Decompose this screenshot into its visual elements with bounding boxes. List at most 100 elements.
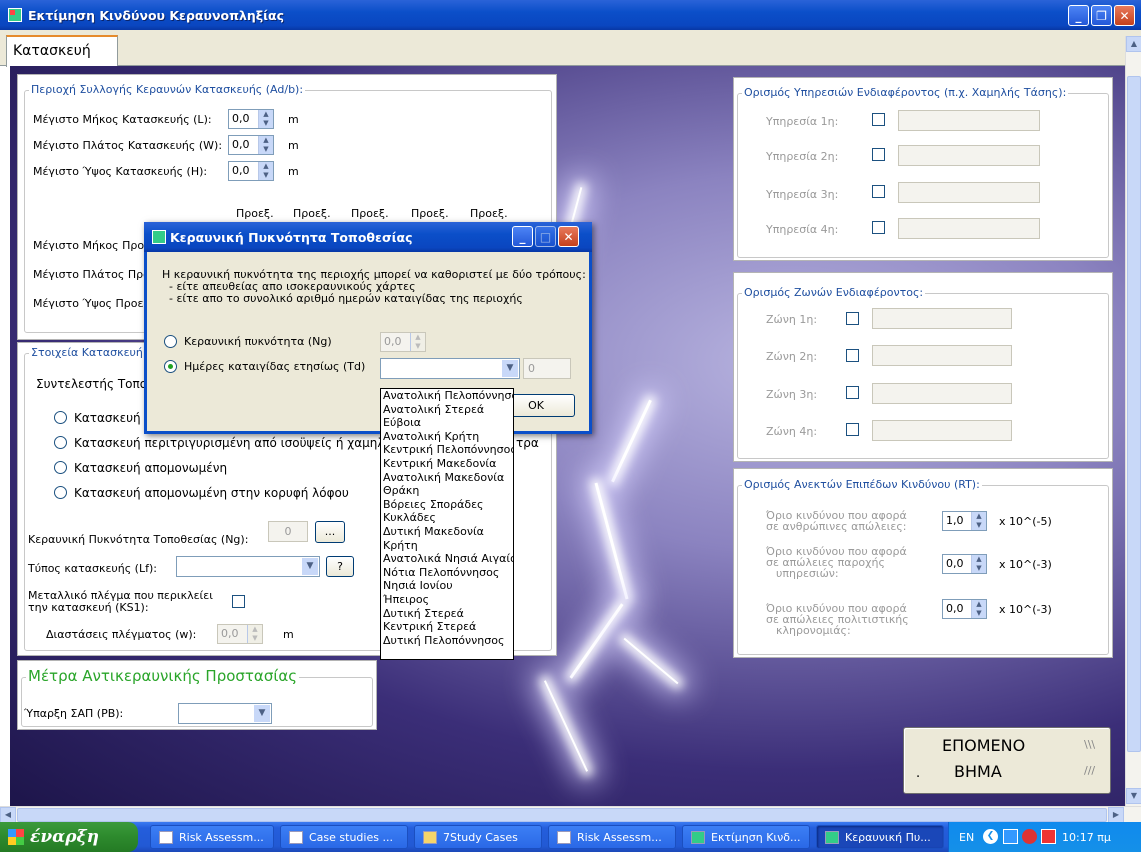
region-option[interactable]: Κρήτη: [383, 539, 513, 553]
dialog-titlebar[interactable]: Κεραυνική Πυκνότητα Τοποθεσίας _ □ ✕: [144, 222, 592, 252]
zone-4-checkbox[interactable]: [846, 423, 859, 436]
minimize-button[interactable]: _: [1068, 5, 1089, 26]
network-icon[interactable]: [1003, 829, 1018, 844]
region-option[interactable]: Ανατολική Κρήτη: [383, 430, 513, 444]
spin-arrows-icon[interactable]: ▲ ▼: [258, 136, 273, 154]
shield-icon[interactable]: [1022, 829, 1037, 844]
help-button[interactable]: ?: [326, 556, 354, 577]
spin-arrows-icon[interactable]: ▲ ▼: [258, 110, 273, 128]
service-2-checkbox[interactable]: [872, 148, 885, 161]
ng-field[interactable]: 0: [268, 521, 308, 542]
service-1-checkbox[interactable]: [872, 113, 885, 126]
window-titlebar[interactable]: Εκτίμηση Κινδύνου Κεραυνοπληξίας: [0, 0, 1141, 30]
dialog-maximize-button[interactable]: □: [535, 226, 556, 247]
taskbar-item[interactable]: Case studies ...: [280, 825, 408, 849]
restore-button[interactable]: ❐: [1091, 5, 1112, 26]
spin-arrows-icon[interactable]: ▲ ▼: [971, 555, 986, 573]
region-option[interactable]: Δυτική Στερεά: [383, 607, 513, 621]
taskbar-item[interactable]: Risk Assessm...: [150, 825, 274, 849]
ng-radio[interactable]: [164, 335, 177, 348]
service-4-checkbox[interactable]: [872, 221, 885, 234]
chevron-down-icon[interactable]: ▼: [302, 558, 318, 575]
location-radio-1[interactable]: [54, 411, 67, 424]
region-option[interactable]: Βόρειες Σποράδες: [383, 498, 513, 512]
td-value-field[interactable]: 0: [523, 358, 571, 379]
region-option[interactable]: Θράκη: [383, 484, 513, 498]
spin-arrows-icon[interactable]: ▲ ▼: [971, 512, 986, 530]
zone-4-field[interactable]: [872, 420, 1012, 441]
language-indicator[interactable]: EN: [959, 831, 974, 844]
risk-3-spinner[interactable]: 0,0 ▲ ▼: [942, 599, 987, 619]
structure-type-select[interactable]: ▼: [176, 556, 320, 577]
scroll-right-icon[interactable]: ▶: [1108, 807, 1124, 823]
service-3-checkbox[interactable]: [872, 185, 885, 198]
region-option[interactable]: Ανατολικά Νησιά Αιγαίου: [383, 552, 513, 566]
zone-2-field[interactable]: [872, 345, 1012, 366]
region-option[interactable]: Κυκλάδες: [383, 511, 513, 525]
region-option[interactable]: Εύβοια: [383, 416, 513, 430]
horizontal-scrollbar[interactable]: ◀ ▶: [0, 806, 1141, 823]
region-option[interactable]: Ανατολική Στερεά: [383, 403, 513, 417]
spin-arrows-icon[interactable]: ▲ ▼: [258, 162, 273, 180]
tab-construction[interactable]: Κατασκευή: [6, 35, 118, 67]
region-option[interactable]: Νησιά Ιονίου: [383, 579, 513, 593]
width-spinner[interactable]: 0,0 ▲ ▼: [228, 135, 274, 155]
dialog-minimize-button[interactable]: _: [512, 226, 533, 247]
zone-3-field[interactable]: [872, 383, 1012, 404]
expand-tray-icon[interactable]: ❮: [983, 829, 998, 844]
scroll-left-icon[interactable]: ◀: [0, 807, 16, 823]
spin-arrows-icon[interactable]: ▲ ▼: [971, 600, 986, 618]
service-3-field[interactable]: [898, 182, 1040, 203]
service-1-field[interactable]: [898, 110, 1040, 131]
zone-1-checkbox[interactable]: [846, 312, 859, 325]
mesh-dimension-spinner[interactable]: 0,0 ▲ ▼: [217, 624, 263, 644]
region-option[interactable]: Ανατολική Μακεδονία: [383, 471, 513, 485]
next-step-button[interactable]: ΕΠΟΜΕΝΟ ΒΗΜΑ . \\\ ///: [903, 727, 1111, 794]
close-button[interactable]: ✕: [1114, 5, 1135, 26]
region-option[interactable]: Ήπειρος: [383, 593, 513, 607]
zone-1-field[interactable]: [872, 308, 1012, 329]
region-option[interactable]: Νότια Πελοπόννησος: [383, 566, 513, 580]
zone-4-label: Ζώνη 4η:: [766, 425, 818, 438]
horizontal-scroll-thumb[interactable]: [17, 808, 1107, 822]
spin-arrows-icon[interactable]: ▲ ▼: [247, 625, 262, 643]
dialog-ng-spinner[interactable]: 0,0 ▲ ▼: [380, 332, 426, 352]
risk-1-spinner[interactable]: 1,0 ▲ ▼: [942, 511, 987, 531]
risk-2-spinner[interactable]: 0,0 ▲ ▼: [942, 554, 987, 574]
scroll-up-icon[interactable]: ▲: [1126, 36, 1141, 52]
service-4-field[interactable]: [898, 218, 1040, 239]
zone-2-checkbox[interactable]: [846, 349, 859, 362]
length-spinner[interactable]: 0,0 ▲ ▼: [228, 109, 274, 129]
ng-browse-button[interactable]: ...: [315, 521, 345, 543]
taskbar-item[interactable]: 7Study Cases: [414, 825, 542, 849]
region-option[interactable]: Κεντρική Πελοπόννησος: [383, 443, 513, 457]
height-spinner[interactable]: 0,0 ▲ ▼: [228, 161, 274, 181]
spin-arrows-icon[interactable]: ▲ ▼: [410, 333, 425, 351]
alert-icon[interactable]: [1041, 829, 1056, 844]
region-option[interactable]: Κεντρική Στερεά: [383, 620, 513, 634]
taskbar-item-active[interactable]: Κεραυνική Πυ...: [816, 825, 944, 849]
spd-select[interactable]: ▼: [178, 703, 272, 724]
region-option[interactable]: Ανατολική Πελοπόννησος: [383, 389, 513, 403]
taskbar-item[interactable]: Εκτίμηση Κινδ...: [682, 825, 810, 849]
location-radio-4[interactable]: [54, 486, 67, 499]
region-select[interactable]: ▼: [380, 358, 520, 379]
start-button[interactable]: έναρξη: [0, 822, 138, 852]
region-option[interactable]: Δυτική Πελοπόννησος: [383, 634, 513, 648]
service-2-field[interactable]: [898, 145, 1040, 166]
taskbar-item[interactable]: Risk Assessm...: [548, 825, 676, 849]
scroll-down-icon[interactable]: ▼: [1126, 788, 1141, 804]
chevron-down-icon[interactable]: ▼: [254, 705, 270, 722]
region-dropdown-list[interactable]: Ανατολική Πελοπόννησος Ανατολική Στερεά …: [380, 388, 514, 660]
mesh-checkbox[interactable]: [232, 595, 245, 608]
dialog-close-button[interactable]: ✕: [558, 226, 579, 247]
zone-3-checkbox[interactable]: [846, 386, 859, 399]
td-radio[interactable]: [164, 360, 177, 373]
region-option[interactable]: Κεντρική Μακεδονία: [383, 457, 513, 471]
vertical-scrollbar[interactable]: ▲ ▼: [1125, 36, 1141, 806]
chevron-down-icon[interactable]: ▼: [502, 360, 518, 377]
location-radio-3[interactable]: [54, 461, 67, 474]
vertical-scroll-thumb[interactable]: [1127, 76, 1141, 752]
region-option[interactable]: Δυτική Μακεδονία: [383, 525, 513, 539]
location-radio-2[interactable]: [54, 436, 67, 449]
